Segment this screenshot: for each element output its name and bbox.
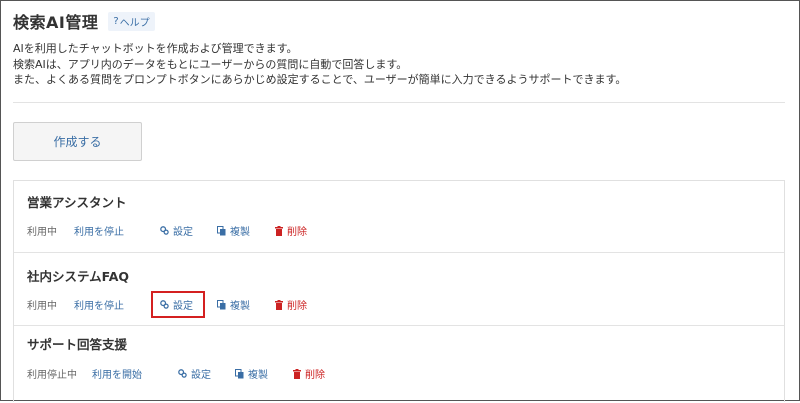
duplicate-label: 複製	[248, 370, 268, 381]
duplicate-label: 複製	[230, 227, 250, 238]
delete-label: 削除	[287, 301, 307, 312]
toggle-usage-link[interactable]: 利用を停止	[74, 297, 124, 312]
toggle-usage-link[interactable]: 利用を開始	[92, 366, 142, 381]
create-button[interactable]: 作成する	[13, 122, 142, 161]
trash-icon	[275, 299, 283, 310]
item-name: 営業アシスタント	[27, 195, 127, 210]
delete-link[interactable]: 削除	[293, 366, 325, 381]
help-link[interactable]: ? ヘルプ	[108, 11, 155, 31]
duplicate-link[interactable]: 複製	[235, 366, 268, 381]
settings-link[interactable]: 設定	[160, 223, 193, 238]
highlight-box	[151, 291, 205, 318]
duplicate-link[interactable]: 複製	[217, 297, 250, 312]
page-header: 検索AI管理 ? ヘルプ	[13, 9, 155, 33]
delete-label: 削除	[305, 370, 325, 381]
settings-label: 設定	[191, 370, 211, 381]
gear-icon	[178, 369, 187, 378]
description-line: また、よくある質問をプロンプトボタンにあらかじめ設定することで、ユーザーが簡単に…	[13, 73, 627, 86]
settings-link[interactable]: 設定	[178, 366, 211, 381]
item-name: 社内システムFAQ	[27, 269, 130, 284]
list-item: サポート回答支援 利用停止中 利用を開始 設定 複製 削除	[14, 326, 784, 403]
window-frame: 検索AI管理 ? ヘルプ AIを利用したチャットボットを作成および管理できます。…	[0, 0, 800, 402]
list-item: 営業アシスタント 利用中 利用を停止 設定 複製 削除	[14, 181, 784, 253]
item-name: サポート回答支援	[27, 337, 128, 352]
delete-label: 削除	[287, 227, 307, 238]
help-label: ヘルプ	[119, 17, 150, 29]
status-text: 利用中	[27, 227, 57, 238]
list-item: 社内システムFAQ 利用中 利用を停止 設定 複製 削除	[14, 253, 784, 326]
help-icon: ?	[113, 15, 119, 27]
trash-icon	[293, 368, 301, 379]
duplicate-link[interactable]: 複製	[217, 223, 250, 238]
delete-link[interactable]: 削除	[275, 223, 307, 238]
description-line: AIを利用したチャットボットを作成および管理できます。	[13, 42, 298, 55]
duplicate-label: 複製	[230, 301, 250, 312]
status-text: 利用停止中	[27, 370, 77, 381]
status-text: 利用中	[27, 301, 57, 312]
description-line: 検索AIは、アプリ内のデータをもとにユーザーからの質問に自動で回答します。	[13, 57, 408, 71]
gear-icon	[160, 226, 169, 235]
page-title: 検索AI管理	[13, 13, 99, 32]
trash-icon	[275, 225, 283, 236]
duplicate-icon	[217, 225, 226, 235]
page-description: AIを利用したチャットボットを作成および管理できます。 検索AIは、アプリ内のデ…	[13, 41, 626, 88]
chatbot-list: 営業アシスタント 利用中 利用を停止 設定 複製 削除 社内システムFAQ 利用…	[13, 180, 785, 402]
settings-label: 設定	[173, 227, 193, 238]
divider	[13, 102, 785, 103]
duplicate-icon	[235, 368, 244, 378]
duplicate-icon	[217, 299, 226, 309]
toggle-usage-link[interactable]: 利用を停止	[74, 223, 124, 238]
delete-link[interactable]: 削除	[275, 297, 307, 312]
